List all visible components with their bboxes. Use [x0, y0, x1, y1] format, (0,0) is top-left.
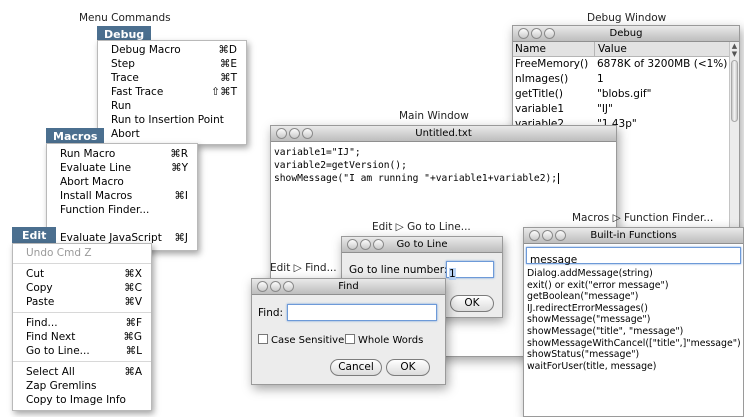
goto-label: Go to line number:: [349, 264, 448, 276]
scroll-thumb[interactable]: [731, 60, 738, 122]
minimize-icon[interactable]: [270, 281, 281, 292]
menu-item-step[interactable]: Step ⌘E: [98, 57, 246, 71]
goto-line-input[interactable]: 1: [446, 261, 494, 280]
minimize-icon[interactable]: [360, 239, 371, 250]
minimize-icon[interactable]: [542, 230, 553, 241]
menu-item-abort[interactable]: Abort: [98, 127, 246, 141]
main-window-title: Untitled.txt: [415, 128, 472, 139]
minimize-icon[interactable]: [531, 28, 542, 39]
code-line-2: variable2=getVersion();: [274, 160, 407, 171]
goto-dialog-title: Go to Line: [396, 239, 448, 250]
menu-item-debug-macro[interactable]: Debug Macro ⌘D: [98, 43, 246, 57]
list-item[interactable]: showMessage("message"): [527, 314, 741, 326]
debug-table-header: Name Value: [513, 42, 729, 57]
builtin-window-titlebar: Built-in Functions: [524, 228, 743, 244]
menu-item-cut[interactable]: Cut ⌘X: [13, 267, 151, 281]
checkbox-icon: [258, 334, 268, 344]
menu-item-select-all[interactable]: Select All ⌘A: [13, 365, 151, 379]
menu-item-run[interactable]: Run: [98, 99, 246, 113]
menu-item-trace[interactable]: Trace ⌘T: [98, 71, 246, 85]
find-label: Find:: [258, 307, 284, 319]
table-row[interactable]: nImages() 1: [513, 72, 729, 87]
menu-item-undo: Undo Cmd Z: [26, 247, 92, 259]
find-dialog: Find Find: Case Sensitive Whole Words Ca…: [251, 278, 446, 385]
caption-edit-goto: Edit ▷ Go to Line...: [372, 221, 471, 233]
close-icon[interactable]: [347, 239, 358, 250]
caption-macros-finder: Macros ▷ Function Finder...: [572, 212, 714, 224]
whole-words-checkbox[interactable]: Whole Words: [345, 334, 423, 346]
menu-item-run-to-insertion-point[interactable]: Run to Insertion Point: [98, 113, 246, 127]
zoom-icon[interactable]: [544, 28, 555, 39]
menu-item-copy-to-image-info[interactable]: Copy to Image Info: [13, 393, 151, 407]
debug-table-body: FreeMemory() 6878K of 3200MB (<1%) nImage…: [513, 57, 729, 132]
menu-item-zap-gremlins[interactable]: Zap Gremlins: [13, 379, 151, 393]
caption-edit-find: Edit ▷ Find...: [270, 262, 337, 274]
builtin-functions-window: Built-in Functions message Dialog.addMes…: [523, 227, 744, 417]
menu-item-install-macros[interactable]: Install Macros ⌘I: [47, 189, 197, 203]
minimize-icon[interactable]: [289, 128, 300, 139]
goto-ok-button[interactable]: OK: [450, 295, 494, 312]
find-ok-button[interactable]: OK: [386, 359, 430, 376]
checkbox-icon: [345, 334, 355, 344]
table-row[interactable]: FreeMemory() 6878K of 3200MB (<1%): [513, 57, 729, 72]
text-cursor: [558, 173, 560, 184]
zoom-icon[interactable]: [373, 239, 384, 250]
macros-menu: Run Macro ⌘R Evaluate Line ⌘Y Abort Macro …: [46, 143, 198, 251]
menu-item-evaluate-line[interactable]: Evaluate Line ⌘Y: [47, 161, 197, 175]
debug-window-title: Debug: [609, 28, 643, 39]
code-line-4: showMessage("I am running "+variable1+va…: [274, 173, 560, 184]
builtin-window-title: Built-in Functions: [590, 230, 677, 241]
list-item[interactable]: showMessage("title", "message"): [527, 326, 741, 338]
menu-item-paste[interactable]: Paste ⌘V: [13, 295, 151, 309]
close-icon[interactable]: [518, 28, 529, 39]
debug-menu: Debug Macro ⌘D Step ⌘E Trace ⌘T Fast Trace ⇧…: [97, 40, 247, 145]
table-row[interactable]: getTitle() "blobs.gif": [513, 87, 729, 102]
find-dialog-title: Find: [338, 281, 359, 292]
list-item[interactable]: exit() or exit("error message"): [527, 280, 741, 292]
list-item[interactable]: showStatus("message"): [527, 349, 741, 361]
function-list: Dialog.addMessage(string) exit() or exit…: [527, 268, 741, 372]
code-line-1: variable1="IJ";: [274, 147, 361, 158]
list-item[interactable]: waitForUser(title, message): [527, 361, 741, 373]
goto-dialog-titlebar: Go to Line: [342, 237, 502, 253]
menu-item-find[interactable]: Find... ⌘F: [13, 316, 151, 330]
edit-menu: Undo Cmd Z Cut ⌘X Copy ⌘C Paste ⌘V Find... ⌘…: [12, 243, 152, 411]
caption-debug-window: Debug Window: [587, 12, 667, 24]
close-icon[interactable]: [257, 281, 268, 292]
menu-item-go-to-line[interactable]: Go to Line... ⌘L: [13, 344, 151, 358]
find-dialog-titlebar: Find: [252, 279, 445, 295]
zoom-icon[interactable]: [555, 230, 566, 241]
table-row[interactable]: variable1 "IJ": [513, 102, 729, 117]
main-window-titlebar: Untitled.txt: [271, 126, 616, 142]
scroll-down-icon[interactable]: ▼: [730, 50, 739, 58]
list-item[interactable]: IJ.redirectErrorMessages(): [527, 303, 741, 315]
menu-item-abort-macro[interactable]: Abort Macro: [47, 175, 197, 189]
scroll-up-icon[interactable]: ▲: [730, 42, 739, 50]
close-icon[interactable]: [529, 230, 540, 241]
close-icon[interactable]: [276, 128, 287, 139]
list-item[interactable]: Dialog.addMessage(string): [527, 268, 741, 280]
find-cancel-button[interactable]: Cancel: [330, 359, 382, 376]
list-item[interactable]: getBoolean("message"): [527, 291, 741, 303]
list-item[interactable]: showMessageWithCancel(["title",]"message…: [527, 338, 741, 350]
caption-menu-commands: Menu Commands: [79, 12, 171, 24]
zoom-icon[interactable]: [302, 128, 313, 139]
debug-window-titlebar: Debug: [513, 26, 739, 42]
case-sensitive-checkbox[interactable]: Case Sensitive: [258, 334, 344, 346]
menu-item-fast-trace[interactable]: Fast Trace ⇧⌘T: [98, 85, 246, 99]
menu-item-copy[interactable]: Copy ⌘C: [13, 281, 151, 295]
menu-item-find-next[interactable]: Find Next ⌘G: [13, 330, 151, 344]
column-header-value[interactable]: Value: [594, 42, 627, 56]
find-input[interactable]: [287, 304, 437, 321]
menu-item-function-finder[interactable]: Function Finder...: [47, 203, 197, 217]
zoom-icon[interactable]: [283, 281, 294, 292]
caption-main-window: Main Window: [399, 110, 469, 122]
menu-edit-title[interactable]: Edit: [12, 227, 57, 244]
code-editor[interactable]: variable1="IJ"; variable2=getVersion(); …: [271, 142, 616, 189]
function-search-input[interactable]: message: [526, 247, 741, 266]
debug-scrollbar[interactable]: ▲ ▼: [729, 42, 739, 250]
menu-item-run-macro[interactable]: Run Macro ⌘R: [47, 147, 197, 161]
column-header-name[interactable]: Name: [515, 42, 546, 56]
